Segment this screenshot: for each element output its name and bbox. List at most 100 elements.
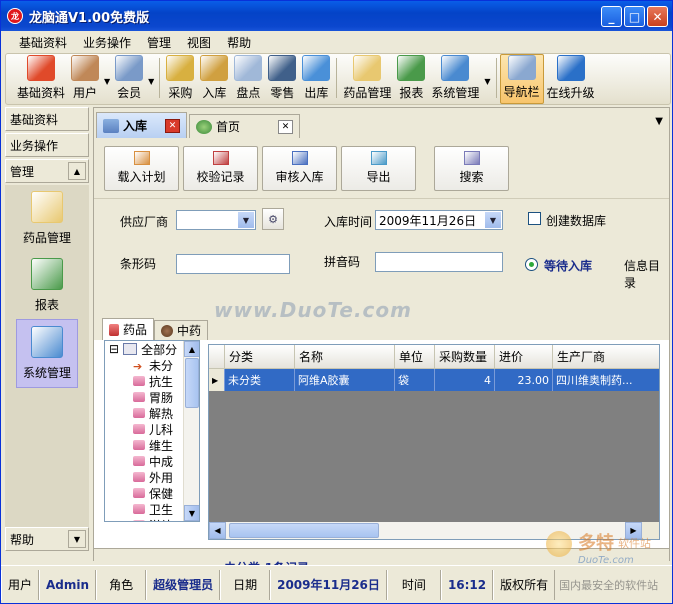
tab-menu-icon[interactable]: ▼ [655, 116, 663, 127]
toolbar-button-9[interactable]: 报表 [394, 54, 428, 104]
column-header[interactable]: 生产厂商 [553, 345, 659, 369]
table-cell[interactable]: 4 [435, 369, 495, 391]
toolbar-label: 出库 [304, 86, 329, 100]
stock-in-grid: 分类 名称 单位 采购数量 进价 生产厂商 ▶ 未分类 阿维A胶囊袋 4 23.00 四川维奥制药.… [208, 344, 660, 540]
stock-in-date-label: 入库时间 [324, 215, 373, 229]
action-label: 搜索 [459, 170, 484, 184]
action-label: 审核入库 [275, 170, 324, 184]
close-tab-icon[interactable]: ✕ [165, 118, 181, 133]
nav-item-2[interactable]: 系统管理 [16, 319, 78, 388]
tab-home[interactable]: 首页 ✕ [189, 114, 301, 138]
date-value: 2009年11月26日 [270, 569, 387, 600]
tree-scroll-thumb[interactable] [185, 358, 199, 408]
pinyin-input[interactable] [375, 252, 503, 272]
toolbar-button-2[interactable]: 会员 [112, 54, 146, 104]
toolbar-separator [336, 58, 338, 98]
column-header[interactable]: 名称 [295, 345, 395, 369]
tab-western-medicine[interactable]: 药品 [102, 318, 155, 340]
notepad-icon [353, 55, 382, 81]
tree-scrollbar[interactable]: ▲ ▼ [183, 341, 199, 521]
toolbar-button-1[interactable]: 用户 [68, 54, 102, 104]
dropdown-caret-icon[interactable]: ▼ [104, 77, 110, 86]
scroll-up-icon[interactable]: ▲ [184, 341, 199, 357]
waiting-radio[interactable] [525, 258, 538, 271]
action-button-0[interactable]: 载入计划 [104, 145, 179, 191]
stock-in-date-picker[interactable]: 2009年11月26日 ▼ [375, 210, 503, 230]
toolbar-button-0[interactable]: 基础资料 [14, 54, 68, 104]
left-nav-panel: 基础资料 业务操作 管理 ▲ 药品管理 报表 系统管理 帮助 ▼ [5, 107, 89, 561]
toolbar-button-4[interactable]: 入库 [197, 54, 231, 104]
toolbar-label: 在线升级 [546, 86, 595, 100]
action-button-3[interactable]: 导出 [341, 145, 416, 191]
column-header[interactable]: 分类 [225, 345, 295, 369]
scroll-left-icon[interactable]: ◀ [209, 522, 226, 539]
table-cell[interactable]: 23.00 [495, 369, 553, 391]
menu-business[interactable]: 业务操作 [75, 34, 139, 51]
pill-icon [133, 520, 145, 521]
app-window: 龙 龙脑通V1.00免费版 _ □ ✕ 基础资料 业务操作 管理 视图 帮助 基… [0, 0, 673, 604]
scroll-down-icon[interactable]: ▼ [184, 505, 199, 521]
toolbar-button-7[interactable]: 出库 [299, 54, 333, 104]
nav-header-business[interactable]: 业务操作 [5, 133, 89, 157]
toolbar-button-10[interactable]: 系统管理 [428, 54, 482, 104]
table-cell[interactable]: 阿维A胶囊 [295, 369, 395, 391]
maximize-button[interactable]: □ [624, 6, 645, 27]
minimize-button[interactable]: _ [601, 6, 622, 27]
grid-scroll-thumb[interactable] [229, 523, 379, 538]
collapse-icon[interactable]: ⊟ [109, 342, 119, 356]
nav-item-0[interactable]: 药品管理 [16, 185, 78, 252]
action-icon [291, 151, 308, 165]
close-tab-icon[interactable]: ✕ [278, 119, 294, 134]
pill-icon [133, 472, 145, 482]
medicine-icon [109, 323, 119, 336]
nav-header-basic-data[interactable]: 基础资料 [5, 107, 89, 131]
toolbar-button-5[interactable]: 盘点 [231, 54, 265, 104]
logo-sub-text: 软件站 [618, 537, 651, 550]
main-toolbar: 基础资料 用户 ▼ 会员 ▼ 采购 入库 盘点 零售 出库 药品管理 报表 系统管理 ▼ 导航栏 在线升级 [5, 53, 671, 105]
menu-manage[interactable]: 管理 [139, 34, 179, 51]
menu-view[interactable]: 视图 [179, 34, 219, 51]
table-row[interactable]: ▶ 未分类 阿维A胶囊袋 4 23.00 四川维奥制药... [209, 369, 659, 391]
toolbar-button-11[interactable]: 导航栏 [499, 54, 544, 104]
close-button[interactable]: ✕ [647, 6, 668, 27]
toolbar-button-12[interactable]: 在线升级 [544, 54, 598, 104]
create-db-checkbox[interactable] [528, 212, 541, 225]
nav-header-help[interactable]: 帮助 ▼ [5, 527, 89, 551]
action-button-4[interactable]: 搜索 [434, 145, 509, 191]
logo-text: 多特 [578, 533, 614, 554]
column-header[interactable]: 采购数量 [435, 345, 495, 369]
action-button-1[interactable]: 校验记录 [183, 145, 258, 191]
nav-header-manage[interactable]: 管理 ▲ [5, 159, 89, 183]
menu-help[interactable]: 帮助 [219, 34, 259, 51]
supplier-select[interactable]: ▼ [176, 210, 256, 230]
notepad-icon [31, 191, 63, 223]
action-button-2[interactable]: 审核入库 [262, 145, 337, 191]
table-cell[interactable]: 袋 [395, 369, 435, 391]
toolbar-button-8[interactable]: 药品管理 [340, 54, 394, 104]
barcode-label: 条形码 [120, 257, 157, 271]
toolbar-button-6[interactable]: 零售 [265, 54, 299, 104]
barcode-input[interactable] [176, 254, 290, 274]
tab-chinese-medicine[interactable]: 中药 [154, 320, 209, 340]
role-value: 超级管理员 [146, 569, 221, 600]
tab-stock-in[interactable]: 入库 ✕ [96, 112, 188, 138]
pill-icon [133, 504, 145, 514]
nav-scroll-down-button[interactable]: ▼ [68, 530, 86, 548]
tree-node-label: 中成 [149, 454, 174, 469]
app-logo-icon: 龙 [7, 8, 23, 24]
dropdown-caret-icon[interactable]: ▼ [148, 77, 154, 86]
menu-basic-data[interactable]: 基础资料 [11, 34, 75, 51]
dropdown-caret-icon[interactable]: ▼ [484, 77, 490, 86]
tree-node-label: 胃肠 [149, 390, 174, 405]
category-tree[interactable]: ▲ ▼ ⊟ 全部分 ➔ 未分抗生胃肠解热儿科维生中成外用保健卫生滋补 [104, 340, 200, 522]
column-header[interactable]: 进价 [495, 345, 553, 369]
title-bar[interactable]: 龙 龙脑通V1.00免费版 _ □ ✕ [1, 1, 672, 31]
nav-scroll-up-button[interactable]: ▲ [68, 162, 86, 180]
toolbar-button-3[interactable]: 采购 [163, 54, 197, 104]
table-cell[interactable]: 四川维奥制药... [553, 369, 659, 391]
table-cell[interactable]: 未分类 [225, 369, 295, 391]
stock-in-icon [200, 55, 229, 81]
supplier-lookup-button[interactable]: ⚙ [262, 208, 284, 230]
column-header[interactable]: 单位 [395, 345, 435, 369]
nav-item-1[interactable]: 报表 [16, 252, 78, 319]
